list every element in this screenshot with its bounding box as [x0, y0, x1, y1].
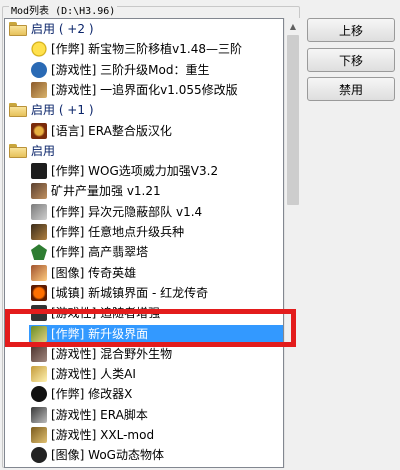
tree-item[interactable]: [游戏性] ERA脚本 — [5, 405, 283, 425]
mod-icon — [31, 386, 47, 403]
tree-label: [游戏性] 人类AI — [51, 367, 136, 382]
tree-item[interactable]: [作弊] 异次元隐蔽部队 v1.4 — [5, 202, 283, 222]
tree-item[interactable]: [作弊] 修改器X — [5, 384, 283, 404]
tree-label: [作弊] 任意地点升级兵种 — [51, 225, 185, 239]
tree-item[interactable]: [游戏性] 英雄面板显示战功 — [5, 466, 283, 467]
folder-icon — [9, 22, 27, 36]
tree-label: [游戏性] XXL-mod — [51, 428, 155, 442]
tree-item[interactable]: [语言] ERA整合版汉化 — [5, 121, 283, 141]
folder-icon — [9, 143, 27, 158]
move-up-button[interactable]: 上移 — [307, 18, 395, 42]
tree-group[interactable]: 启用 ( +1 ) — [5, 100, 283, 120]
mod-tree[interactable]: 启用 ( +2 ) [作弊] 新宝物三阶移植v1.48—三阶 [游戏性] 三阶升级M… — [4, 18, 284, 468]
tree-label: 启用 ( +2 ) — [31, 22, 94, 36]
tree-item[interactable]: [作弊] WOG选项威力加强V3.2 — [5, 161, 283, 181]
mod-icon — [31, 284, 47, 301]
mod-icon — [31, 244, 47, 261]
mod-icon — [31, 203, 47, 220]
mod-icon — [31, 183, 47, 200]
tree-label: [语言] ERA整合版汉化 — [51, 123, 172, 138]
tree-item[interactable]: [作弊] 新宝物三阶移植v1.48—三阶 — [5, 39, 283, 59]
tree-group[interactable]: 启用 — [5, 141, 283, 161]
tree-label: 矿井产量加强 v1.21 — [51, 184, 161, 199]
folder-icon — [9, 103, 27, 118]
tree-item[interactable]: [游戏性] 三阶升级Mod：重生 — [5, 60, 283, 80]
tree-item[interactable]: [游戏性] XXL-mod — [5, 425, 283, 445]
panel-title: Mod列表 (D:\H3.96) — [9, 6, 118, 18]
mod-icon — [31, 81, 47, 98]
tree-label: [游戏性] 三阶升级Mod：重生 — [51, 62, 210, 77]
mod-icon — [31, 224, 47, 240]
mod-icon — [31, 345, 47, 362]
tree-item[interactable]: [图像] WoG动态物体 — [5, 445, 283, 465]
tree-label: [游戏性] 英雄面板显示战功 — [51, 466, 196, 467]
tree-label: [城镇] 新城镇界面 - 红龙传奇 — [51, 285, 209, 300]
mod-icon — [31, 427, 47, 443]
tree-label: [作弊] 修改器X — [51, 387, 133, 402]
tree-label: [图像] 传奇英雄 — [51, 265, 137, 280]
disable-button[interactable]: 禁用 — [307, 77, 395, 101]
tree-item[interactable]: [城镇] 新城镇界面 - 红龙传奇 — [5, 283, 283, 303]
tree-item[interactable]: [作弊] 任意地点升级兵种 — [5, 222, 283, 242]
mod-icon — [31, 122, 47, 139]
selection-highlight-box — [5, 309, 296, 347]
tree-label: [作弊] WOG选项威力加强V3.2 — [51, 164, 219, 179]
mod-icon — [31, 163, 47, 180]
tree-label: [图像] WoG动态物体 — [51, 448, 164, 463]
mod-icon — [31, 41, 47, 58]
tree-label: [游戏性] ERA脚本 — [51, 407, 148, 422]
tree-label: [作弊] 异次元隐蔽部队 v1.4 — [51, 204, 203, 219]
mod-icon — [31, 406, 47, 423]
tree-item[interactable]: [游戏性] 人类AI — [5, 364, 283, 384]
scroll-thumb[interactable] — [287, 35, 299, 205]
tree-group[interactable]: 启用 ( +2 ) — [5, 19, 283, 39]
tree-item[interactable]: [作弊] 高产翡翠塔 — [5, 242, 283, 262]
mod-icon — [31, 447, 47, 464]
mod-icon — [31, 366, 47, 383]
move-down-button[interactable]: 下移 — [307, 48, 395, 72]
tree-label: 启用 — [31, 143, 56, 158]
vertical-scrollbar[interactable]: ▲ — [284, 18, 300, 468]
mod-icon — [31, 264, 47, 281]
mod-icon — [31, 61, 47, 78]
tree-label: [游戏性] 一追界面化v1.055修改版 — [51, 82, 238, 97]
tree-item[interactable]: [图像] 传奇英雄 — [5, 263, 283, 283]
tree-label: [作弊] 高产翡翠塔 — [51, 245, 149, 260]
tree-label: [作弊] 新宝物三阶移植v1.48—三阶 — [51, 42, 242, 57]
tree-item[interactable]: 矿井产量加强 v1.21 — [5, 181, 283, 201]
tree-label: 启用 ( +1 ) — [31, 103, 94, 118]
tree-item[interactable]: [游戏性] 一追界面化v1.055修改版 — [5, 80, 283, 100]
scroll-up-arrow-icon[interactable]: ▲ — [285, 18, 301, 34]
